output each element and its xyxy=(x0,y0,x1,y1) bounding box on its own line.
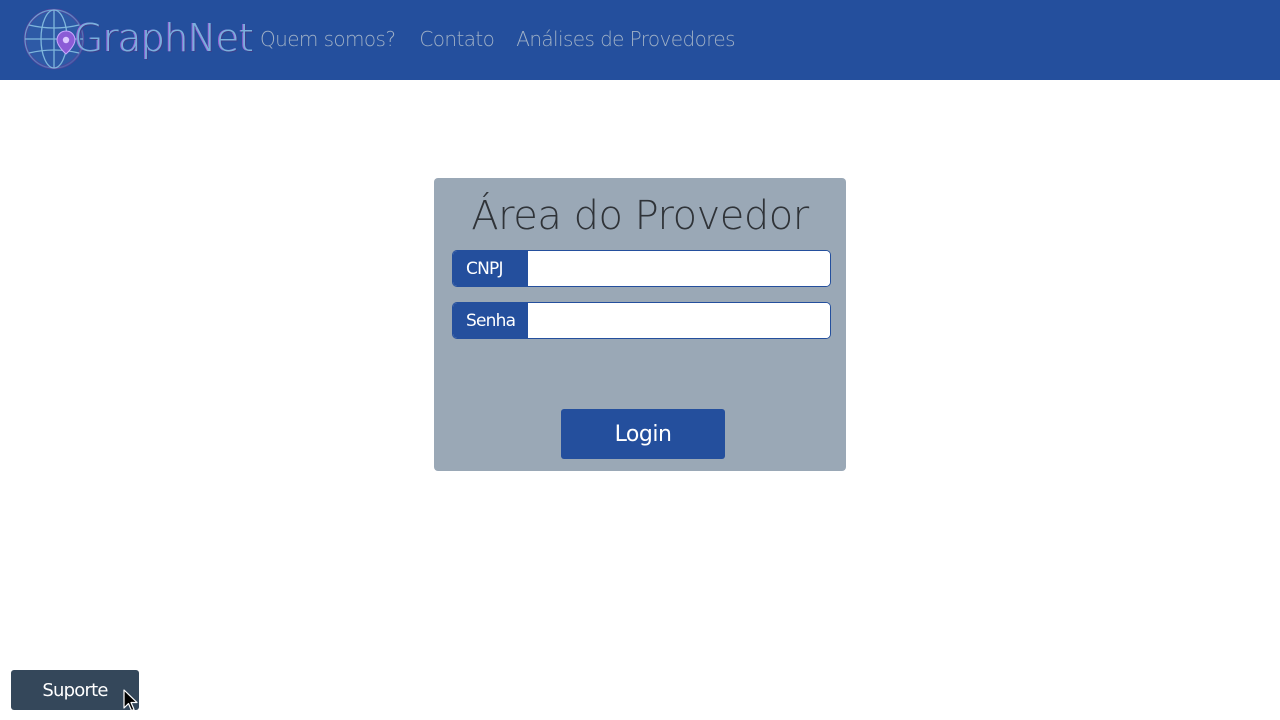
brand-logo[interactable]: GraphNet xyxy=(22,7,254,71)
senha-label: Senha xyxy=(453,303,528,338)
navbar: GraphNet Quem somos? Contato Análises de… xyxy=(0,0,1280,80)
senha-field-group: Senha xyxy=(452,302,831,339)
cnpj-label: CNPJ xyxy=(453,251,528,286)
nav-link-quem-somos[interactable]: Quem somos? xyxy=(260,24,396,54)
brand-name: GraphNet xyxy=(74,16,254,60)
support-button[interactable]: Suporte xyxy=(11,670,139,710)
nav-link-contato[interactable]: Contato xyxy=(419,24,494,54)
nav-link-analises-provedores[interactable]: Análises de Provedores xyxy=(516,24,735,54)
senha-input[interactable] xyxy=(528,303,830,338)
login-title: Área do Provedor xyxy=(471,193,809,239)
cnpj-field-group: CNPJ xyxy=(452,250,831,287)
cnpj-input[interactable] xyxy=(528,251,830,286)
main-nav: Quem somos? Contato Análises de Provedor… xyxy=(260,24,736,54)
login-button[interactable]: Login xyxy=(561,409,725,459)
login-card: Área do Provedor CNPJ Senha Login xyxy=(434,178,846,471)
